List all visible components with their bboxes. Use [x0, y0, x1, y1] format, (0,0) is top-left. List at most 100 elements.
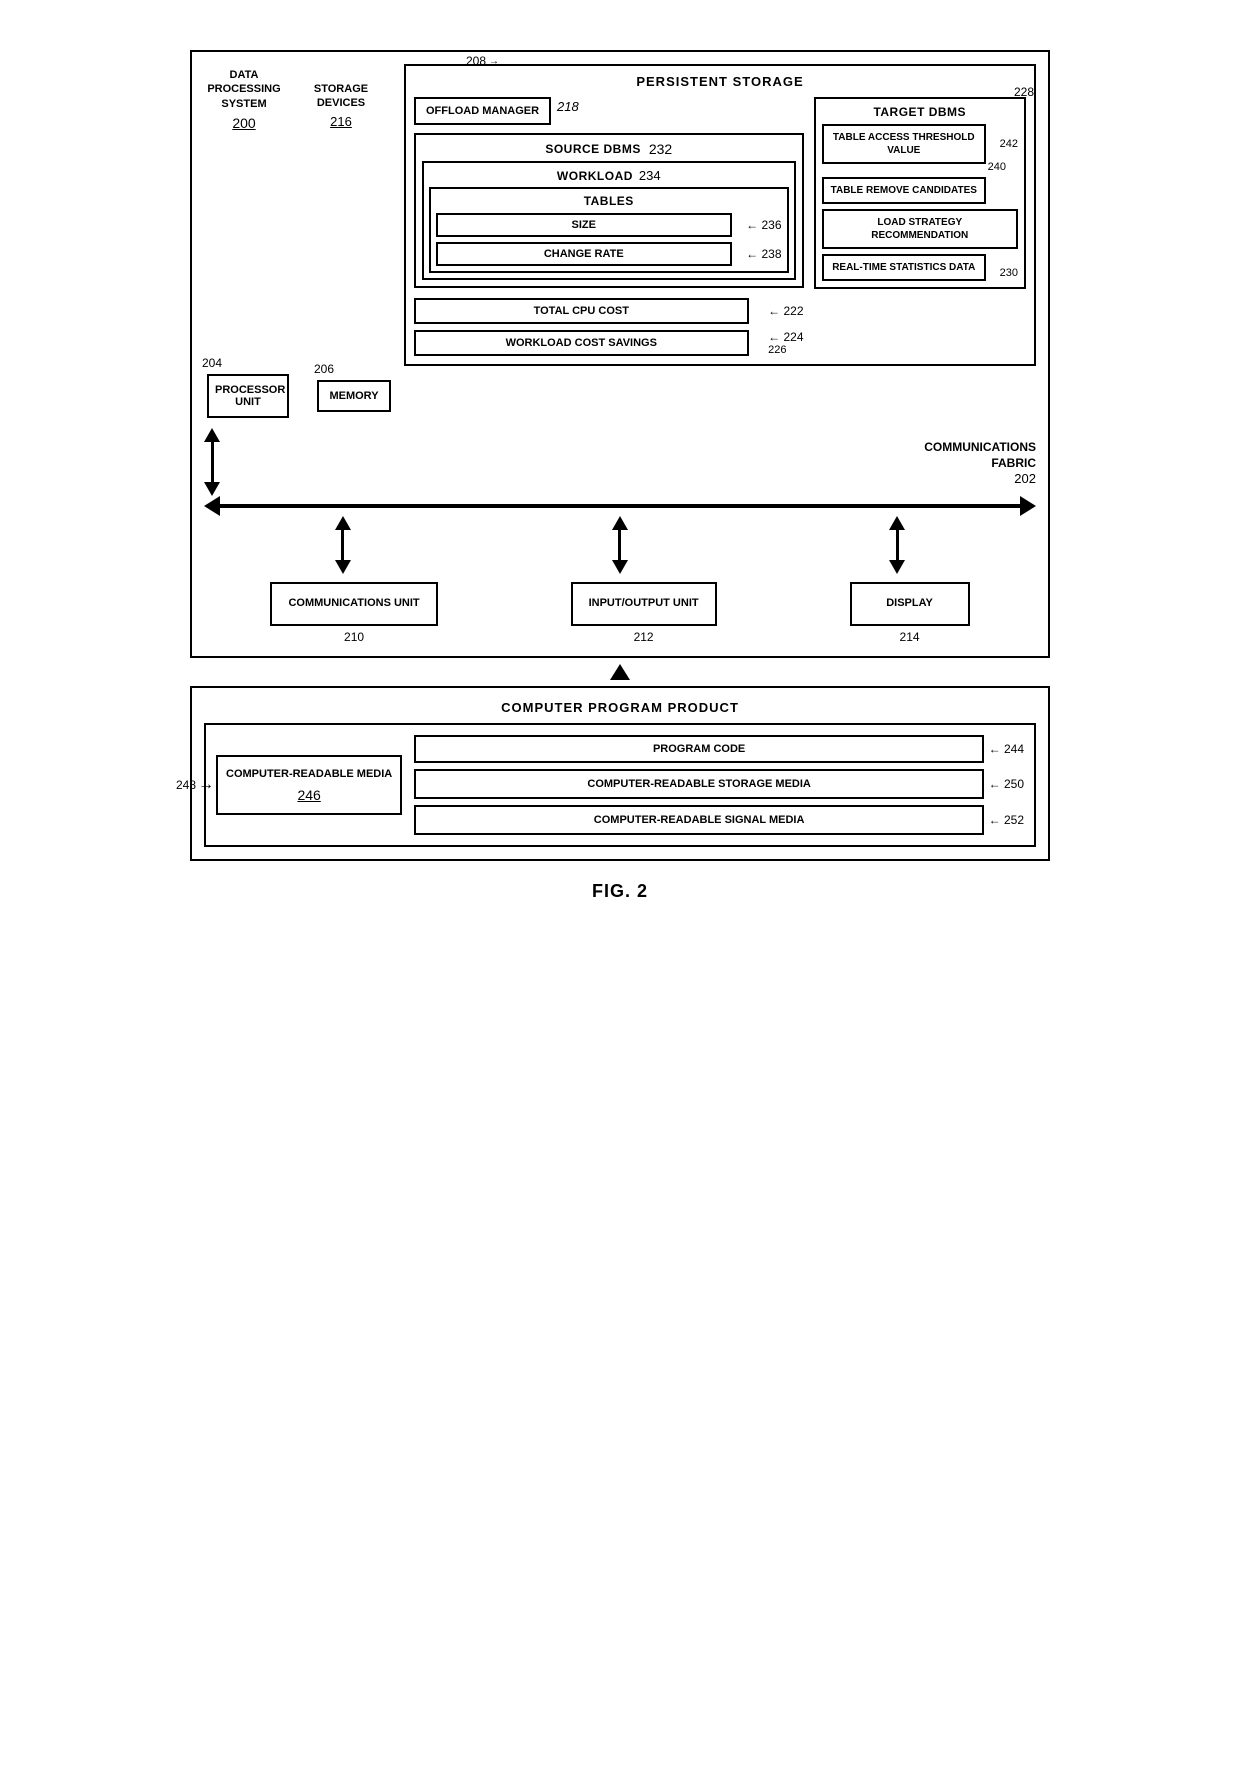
source-dbms-lbl: SOURCE DBMS — [545, 142, 641, 156]
cr-signal-num: ← 252 — [989, 813, 1024, 827]
prog-code-box: PROGRAM CODE — [414, 735, 984, 763]
cf-lbl: COMMUNICATIONSFABRIC — [924, 440, 1036, 471]
source-dbms-inner: SOURCE DBMS 232 WORKLOAD 234 — [414, 133, 804, 288]
proc-memory-row: 204 PROCESSOR UNIT 206 MEMORY — [204, 374, 1036, 418]
ps-region: 208 → PERSISTENT STORAGE OFFLOAD MANAGER — [404, 64, 1036, 366]
display-box: DISPLAY — [850, 582, 970, 625]
source-dbms-n: 232 — [649, 141, 672, 157]
cpp-outer-num: 248 → — [176, 776, 214, 794]
h-shaft — [220, 504, 1020, 508]
display-num: 214 — [900, 630, 920, 644]
fig-2-label: FIG. 2 — [190, 881, 1050, 902]
down-arrow-2 — [612, 516, 628, 574]
load-strategy-inner: LOAD STRATEGY RECOMMENDATION — [822, 209, 1018, 249]
workload-lbl: WORKLOAD — [557, 169, 633, 183]
arrow-col-1 — [204, 428, 220, 496]
down-arrows-row — [204, 516, 1036, 574]
total-cpu-inner: TOTAL CPU COST — [414, 298, 749, 324]
total-cpu-wrapper: TOTAL CPU COST ← 222 — [414, 298, 804, 324]
up-arrow-head — [610, 664, 630, 680]
dps-label-absolute: DATAPROCESSINGSYSTEM 200 — [200, 68, 288, 132]
ps-right-content: 228 TARGET DBMS TABLE ACCESS THRESHOLD V… — [814, 97, 1026, 289]
down-arrow-1 — [335, 516, 351, 574]
ps-two-col: OFFLOAD MANAGER 218 SOURCE DBMS 232 — [414, 97, 1026, 356]
outer-system-box: DATAPROCESSINGSYSTEM 200 STORAGEDEVICES … — [190, 50, 1050, 658]
arrows-area: COMMUNICATIONSFABRIC 202 — [204, 428, 1036, 496]
table-access-inner: TABLE ACCESS THRESHOLD VALUE — [822, 124, 986, 164]
memory-area: 206 MEMORY — [310, 380, 398, 412]
comms-unit-col: COMMUNICATIONS UNIT 210 — [270, 582, 437, 643]
display-col: DISPLAY 214 — [850, 582, 970, 643]
h-bar-area — [204, 496, 1036, 516]
crm-label: COMPUTER-READABLE MEDIA — [226, 767, 392, 782]
workload-n: 234 — [639, 168, 661, 183]
h-arrow-right — [1020, 496, 1036, 516]
prog-code-wrapper: PROGRAM CODE ← 244 — [414, 735, 1024, 763]
io-unit-box: INPUT/OUTPUT UNIT — [571, 582, 717, 625]
workload-inner: WORKLOAD 234 TABLES SIZE — [422, 161, 796, 280]
cr-storage-wrapper: COMPUTER-READABLE STORAGE MEDIA ← 250 — [414, 769, 1024, 799]
cpp-outer-box: COMPUTER PROGRAM PRODUCT 248 → COMPUTER-… — [190, 686, 1050, 862]
change-rate-inner-box: CHANGE RATE — [436, 242, 732, 266]
das-1 — [341, 530, 344, 560]
cpp-content-row: COMPUTER-READABLE MEDIA 246 PROGRAM CODE… — [216, 735, 1024, 836]
between-diagrams-arrow — [190, 664, 1050, 680]
cpp-right: PROGRAM CODE ← 244 COMPUTER-READABLE STO… — [414, 735, 1024, 836]
size-inner-box: SIZE — [436, 213, 732, 237]
comms-unit-box: COMMUNICATIONS UNIT — [270, 582, 437, 625]
dau-1 — [335, 516, 351, 530]
size-wrapper: SIZE ← 236 — [436, 213, 782, 237]
sd-label-absolute: STORAGEDEVICES 216 — [297, 82, 385, 130]
dps-text: DATAPROCESSINGSYSTEM — [200, 68, 288, 111]
ps-outer-box: PERSISTENT STORAGE OFFLOAD MANAGER 218 — [404, 64, 1036, 366]
io-unit-col: INPUT/OUTPUT UNIT 212 — [571, 582, 717, 643]
units-row: COMMUNICATIONS UNIT 210 INPUT/OUTPUT UNI… — [204, 582, 1036, 643]
proc-box: PROCESSOR UNIT — [207, 374, 289, 418]
cpp-title: COMPUTER PROGRAM PRODUCT — [204, 700, 1036, 715]
cpp-inner-box: 248 → COMPUTER-READABLE MEDIA 246 PROGRA… — [204, 723, 1036, 848]
table-access-n: 242 — [1000, 138, 1018, 150]
dad-1 — [335, 560, 351, 574]
io-unit-num: 212 — [634, 630, 654, 644]
target-num-label: 228 — [1014, 85, 1034, 99]
comms-unit-num: 210 — [344, 630, 364, 644]
ps-left-content: OFFLOAD MANAGER 218 SOURCE DBMS 232 — [414, 97, 804, 356]
crm-box: COMPUTER-READABLE MEDIA 246 — [216, 755, 402, 814]
cr-storage-num: ← 250 — [989, 777, 1024, 791]
down-arrow-3 — [889, 516, 905, 574]
dau-2 — [612, 516, 628, 530]
dau-3 — [889, 516, 905, 530]
proc-num-label: 204 — [202, 356, 222, 370]
cr-ref: ← 238 — [746, 247, 781, 261]
das-3 — [896, 530, 899, 560]
table-remove-inner: TABLE REMOVE CANDIDATES — [822, 177, 986, 204]
table-remove-wrapper: 240 TABLE REMOVE CANDIDATES — [822, 169, 1018, 204]
size-ref: ← 236 — [746, 218, 781, 232]
cf-num: 202 — [924, 471, 1036, 486]
shaft-1 — [211, 442, 214, 482]
dad-3 — [889, 560, 905, 574]
ps-title-inside: PERSISTENT STORAGE — [414, 74, 1026, 89]
offload-row: OFFLOAD MANAGER 218 — [414, 97, 804, 125]
cr-signal-wrapper: COMPUTER-READABLE SIGNAL MEDIA ← 252 — [414, 805, 1024, 835]
cr-signal-box: COMPUTER-READABLE SIGNAL MEDIA — [414, 805, 984, 835]
target-dbms-inner: TARGET DBMS TABLE ACCESS THRESHOLD VALUE… — [814, 97, 1026, 289]
change-rate-wrapper: CHANGE RATE ← 238 — [436, 242, 782, 266]
wcs-wrapper: WORKLOAD COST SAVINGS ← 224 226 — [414, 330, 804, 356]
realtime-wrapper: REAL-TIME STATISTICS DATA 230 — [822, 254, 1018, 281]
dad-2 — [612, 560, 628, 574]
sd-text: STORAGEDEVICES — [297, 82, 385, 111]
arrow-down-1 — [204, 482, 220, 496]
tables-lbl: TABLES — [436, 194, 782, 208]
das-2 — [618, 530, 621, 560]
comms-fabric-right: COMMUNICATIONSFABRIC 202 — [924, 440, 1036, 486]
wcs-ref: ← 224 226 — [768, 330, 803, 356]
ref-240: 240 — [988, 161, 1006, 173]
h-arrow-left — [204, 496, 220, 516]
memory-box: MEMORY — [317, 380, 390, 412]
table-access-wrapper: TABLE ACCESS THRESHOLD VALUE 242 — [822, 124, 1018, 164]
prog-code-num: ← 244 — [989, 742, 1024, 756]
proc-area: 204 PROCESSOR UNIT — [204, 374, 292, 418]
offload-box: OFFLOAD MANAGER — [414, 97, 551, 125]
full-diagram: DATAPROCESSINGSYSTEM 200 STORAGEDEVICES … — [190, 50, 1050, 902]
